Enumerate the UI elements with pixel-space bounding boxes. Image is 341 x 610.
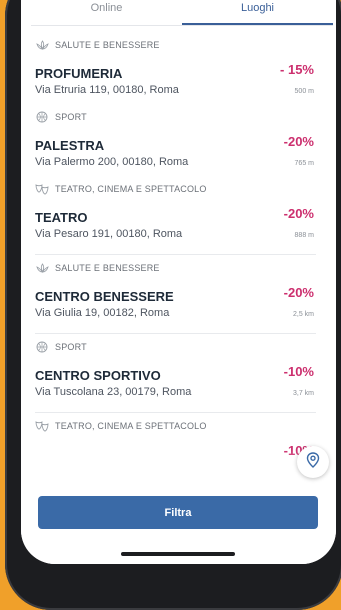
place-row[interactable]: CENTRO BENESSERE Via Giulia 19, 00182, R… [35, 281, 326, 327]
category-label: SALUTE E BENESSERE [55, 263, 160, 273]
distance-label: 2,5 km [292, 311, 314, 318]
place-name: PROFUMERIA [35, 66, 123, 81]
place-address: Via Pesaro 191, 00180, Roma [35, 228, 183, 240]
place-address: Via Tuscolana 23, 00179, Roma [35, 386, 192, 398]
masks-icon [35, 182, 49, 196]
lotus-icon [35, 38, 49, 52]
list-item[interactable]: TEATRO, CINEMA E SPETTACOLO TEATRO Via P… [21, 176, 336, 255]
category-label: SPORT [55, 342, 87, 352]
place-address: Via Etruria 119, 00180, Roma [35, 84, 179, 96]
place-name: CENTRO SPORTIVO [35, 368, 161, 383]
list-item[interactable]: SALUTE E BENESSERE CENTRO BENESSERE Via … [21, 255, 336, 334]
tab-online[interactable]: Online [31, 0, 182, 25]
place-address: Via Giulia 19, 00182, Roma [35, 307, 170, 319]
place-name: TEATRO [35, 210, 88, 225]
discount-label: - 15% [280, 62, 314, 77]
category-label: SPORT [55, 112, 87, 122]
tab-bar: Online Luoghi [31, 0, 333, 26]
list-fade [21, 450, 336, 494]
place-row[interactable]: CENTRO SPORTIVO Via Tuscolana 23, 00179,… [35, 360, 326, 406]
lotus-icon [35, 261, 49, 275]
home-indicator[interactable] [121, 552, 235, 556]
app-screen: Online Luoghi SALUTE E BENESSERE PROFUME… [21, 0, 336, 564]
category-label: SALUTE E BENESSERE [55, 40, 160, 50]
category-label: TEATRO, CINEMA E SPETTACOLO [55, 184, 207, 194]
map-button[interactable] [297, 446, 329, 478]
tab-luoghi[interactable]: Luoghi [182, 0, 333, 25]
place-row[interactable]: PROFUMERIA Via Etruria 119, 00180, Roma … [35, 58, 326, 104]
ball-icon [35, 340, 49, 354]
discount-label: -20% [283, 285, 314, 300]
masks-icon [35, 419, 49, 433]
category-header: SPORT [35, 334, 326, 360]
place-name: CENTRO BENESSERE [35, 289, 174, 304]
category-header: TEATRO, CINEMA E SPETTACOLO [35, 413, 326, 439]
list-item[interactable]: SPORT CENTRO SPORTIVO Via Tuscolana 23, … [21, 334, 336, 413]
phone-frame: Online Luoghi SALUTE E BENESSERE PROFUME… [5, 0, 341, 610]
discount-label: -20% [283, 206, 314, 221]
place-row[interactable]: PALESTRA Via Palermo 200, 00180, Roma -2… [35, 130, 326, 176]
filter-button[interactable]: Filtra [38, 496, 318, 529]
footer-bar: Filtra [21, 490, 336, 564]
category-header: SPORT [35, 104, 326, 130]
place-row[interactable]: TEATRO Via Pesaro 191, 00180, Roma -20% … [35, 202, 326, 248]
discount-label: -20% [283, 134, 314, 149]
place-address: Via Palermo 200, 00180, Roma [35, 156, 189, 168]
map-pin-icon [306, 451, 320, 473]
distance-label: 765 m [294, 160, 314, 167]
list-item[interactable]: SPORT PALESTRA Via Palermo 200, 00180, R… [21, 104, 336, 176]
category-label: TEATRO, CINEMA E SPETTACOLO [55, 421, 207, 431]
discount-label: -10% [283, 364, 314, 379]
distance-label: 888 m [294, 232, 314, 239]
list-item[interactable]: SALUTE E BENESSERE PROFUMERIA Via Etruri… [21, 32, 336, 104]
distance-label: 3,7 km [292, 390, 314, 397]
category-header: TEATRO, CINEMA E SPETTACOLO [35, 176, 326, 202]
places-list[interactable]: SALUTE E BENESSERE PROFUMERIA Via Etruri… [21, 32, 336, 494]
category-header: SALUTE E BENESSERE [35, 32, 326, 58]
ball-icon [35, 110, 49, 124]
place-name: PALESTRA [35, 138, 105, 153]
distance-label: 500 m [294, 88, 314, 95]
stage: Online Luoghi SALUTE E BENESSERE PROFUME… [0, 0, 341, 610]
category-header: SALUTE E BENESSERE [35, 255, 326, 281]
